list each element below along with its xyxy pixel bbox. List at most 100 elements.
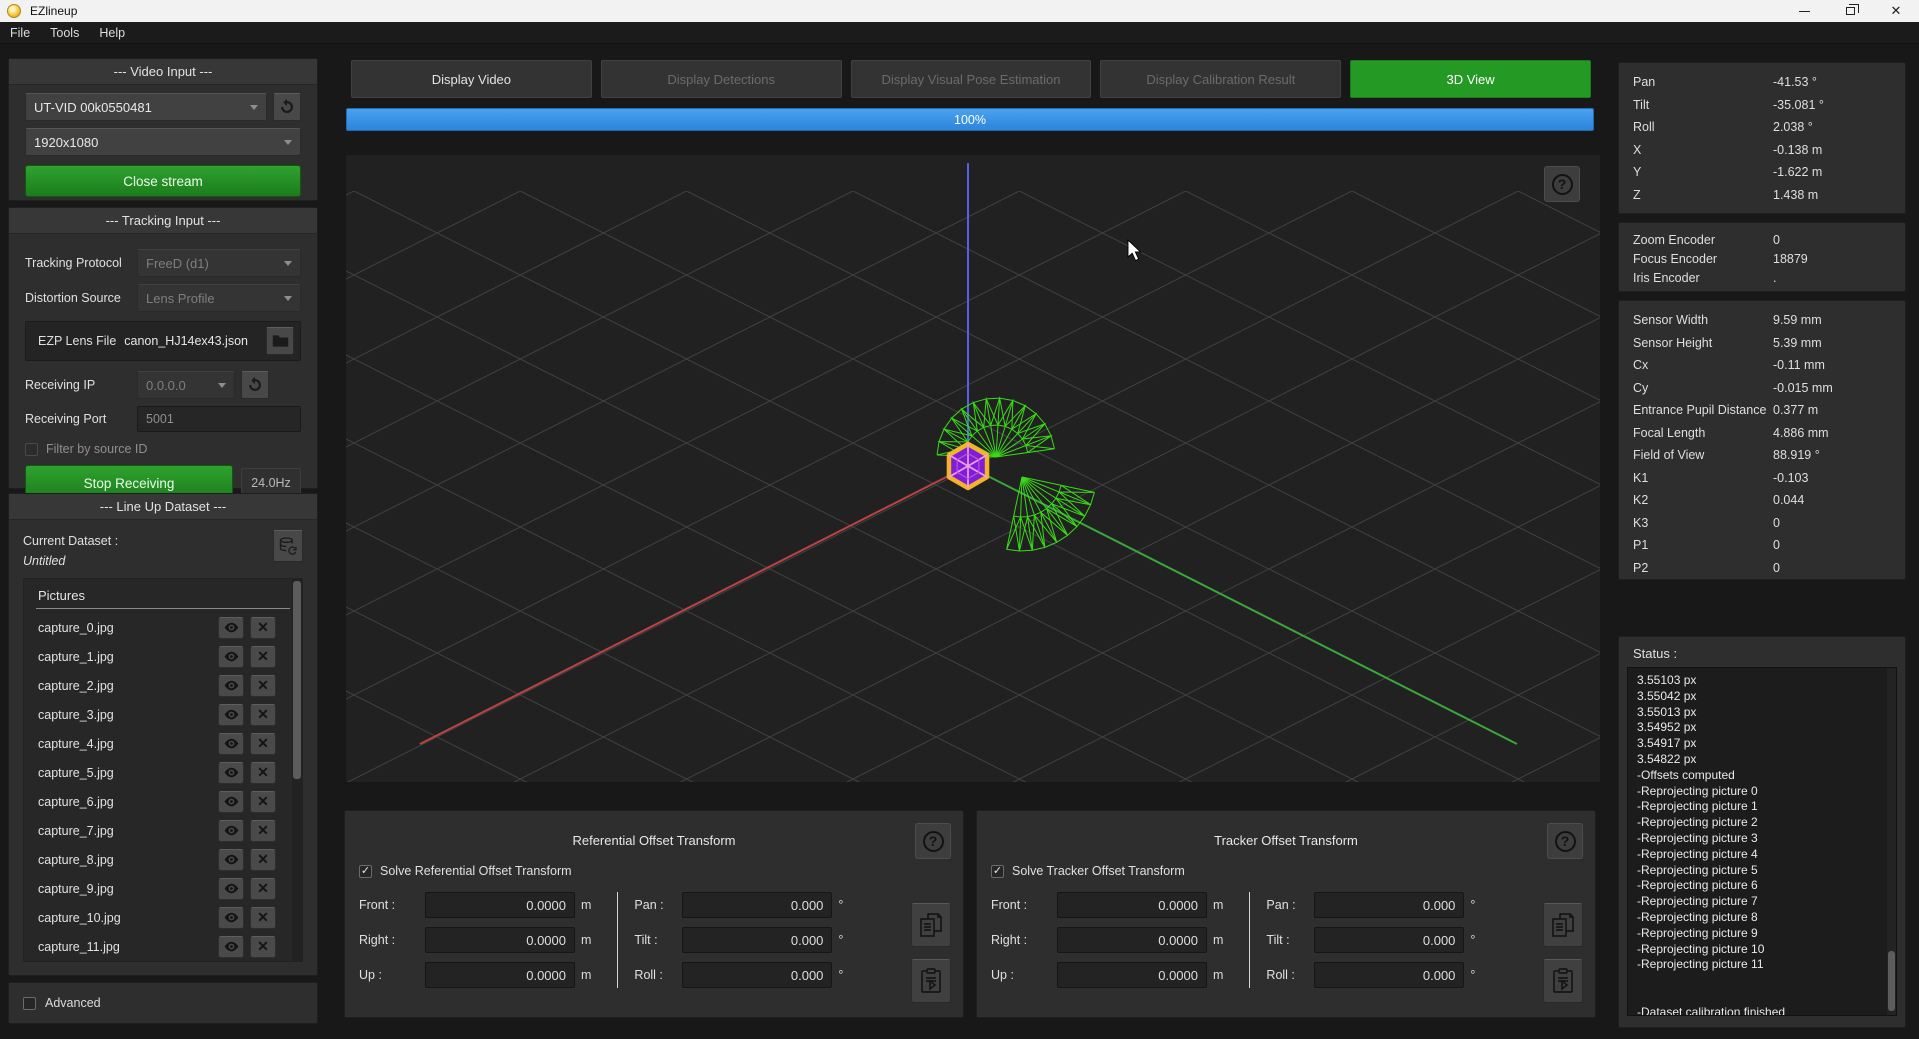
picture-name: capture_8.jpg xyxy=(38,853,212,867)
status-line: 3.54917 px xyxy=(1637,736,1896,752)
eye-icon xyxy=(223,767,240,778)
offset-field-row: Up : 0.0000 m xyxy=(991,962,1223,988)
copy-offsets-button[interactable] xyxy=(911,903,951,947)
receiving-ip-dropdown: 0.0.0.0 xyxy=(137,371,235,399)
offset-value-input[interactable]: 0.000 xyxy=(1314,962,1464,988)
picture-visibility-button[interactable] xyxy=(218,762,244,784)
tracking-protocol-label: Tracking Protocol xyxy=(25,256,137,270)
mouse-cursor xyxy=(1128,240,1141,261)
solve-tracker-checkbox[interactable] xyxy=(991,865,1004,878)
menu-item[interactable]: File xyxy=(0,22,40,43)
restore-button[interactable] xyxy=(1827,0,1873,22)
encoder-row: Zoom Encoder 0 xyxy=(1633,230,1891,249)
picture-row: capture_11.jpg xyxy=(24,932,302,961)
picture-delete-button[interactable] xyxy=(250,791,276,813)
help-icon: ? xyxy=(923,831,944,852)
picture-name: capture_0.jpg xyxy=(38,621,212,635)
advanced-checkbox[interactable] xyxy=(23,997,36,1010)
status-scrollbar-thumb[interactable] xyxy=(1888,951,1895,1011)
3d-viewport[interactable]: ? xyxy=(346,155,1600,782)
3d-scene[interactable] xyxy=(346,155,1600,782)
picture-visibility-button[interactable] xyxy=(218,849,244,871)
picture-visibility-button[interactable] xyxy=(218,936,244,958)
offset-value-input[interactable]: 0.000 xyxy=(682,927,832,953)
lens-file-value: canon_HJ14ex43.json xyxy=(124,334,260,348)
picture-delete-button[interactable] xyxy=(250,820,276,842)
video-device-dropdown[interactable]: UT-VID 00k0550481 xyxy=(25,93,267,121)
video-input-header: --- Video Input --- xyxy=(9,59,317,85)
pictures-scrollbar[interactable] xyxy=(292,579,302,961)
picture-delete-button[interactable] xyxy=(250,878,276,900)
picture-visibility-button[interactable] xyxy=(218,617,244,639)
pictures-list: Pictures capture_0.jpg capture_1.jpg xyxy=(23,578,303,962)
picture-delete-button[interactable] xyxy=(250,936,276,958)
tracker-help-button[interactable]: ? xyxy=(1547,823,1583,859)
offset-value-input[interactable]: 0.0000 xyxy=(1057,892,1207,918)
picture-delete-button[interactable] xyxy=(250,733,276,755)
eye-icon xyxy=(223,680,240,691)
menu-item[interactable]: Help xyxy=(89,22,135,43)
tracking-input-header: --- Tracking Input --- xyxy=(9,208,317,234)
dataset-sync-button[interactable] xyxy=(273,530,303,562)
offset-field-row: Roll : 0.000 ° xyxy=(634,962,843,988)
status-scrollbar[interactable] xyxy=(1887,668,1896,1015)
picture-delete-button[interactable] xyxy=(250,646,276,668)
paste-offsets-button[interactable] xyxy=(1543,959,1583,1003)
offset-field-row: Up : 0.0000 m xyxy=(359,962,591,988)
close-stream-button[interactable]: Close stream xyxy=(25,165,301,197)
picture-delete-button[interactable] xyxy=(250,675,276,697)
offset-value-input[interactable]: 0.0000 xyxy=(425,962,575,988)
picture-delete-button[interactable] xyxy=(250,907,276,929)
picture-visibility-button[interactable] xyxy=(218,878,244,900)
offset-value-input[interactable]: 0.000 xyxy=(1314,892,1464,918)
picture-visibility-button[interactable] xyxy=(218,907,244,929)
referential-help-button[interactable]: ? xyxy=(915,823,951,859)
picture-visibility-button[interactable] xyxy=(218,704,244,726)
receiving-port-input[interactable]: 5001 xyxy=(137,406,301,432)
picture-visibility-button[interactable] xyxy=(218,733,244,755)
refresh-icon xyxy=(246,376,264,394)
menu-item[interactable]: Tools xyxy=(40,22,89,43)
offset-value-input[interactable]: 0.0000 xyxy=(425,892,575,918)
solve-referential-checkbox[interactable] xyxy=(359,865,372,878)
refresh-ip-button[interactable] xyxy=(241,371,269,399)
picture-visibility-button[interactable] xyxy=(218,646,244,668)
copy-offsets-button[interactable] xyxy=(1543,903,1583,947)
eye-icon xyxy=(223,651,240,662)
browse-lens-file-button[interactable] xyxy=(266,327,294,355)
filter-source-id-label: Filter by source ID xyxy=(46,442,147,456)
picture-visibility-button[interactable] xyxy=(218,820,244,842)
picture-row: capture_10.jpg xyxy=(24,903,302,932)
lens-row: Cy -0.015 mm xyxy=(1633,377,1891,400)
picture-name: capture_9.jpg xyxy=(38,882,212,896)
video-resolution-dropdown[interactable]: 1920x1080 xyxy=(25,128,301,156)
tab-3d-view[interactable]: 3D View xyxy=(1350,60,1591,98)
tab-display-video[interactable]: Display Video xyxy=(351,60,592,98)
offset-value-input[interactable]: 0.0000 xyxy=(1057,962,1207,988)
close-button[interactable] xyxy=(1873,0,1919,22)
x-icon xyxy=(257,852,269,867)
offset-value-input[interactable]: 0.0000 xyxy=(1057,927,1207,953)
picture-visibility-button[interactable] xyxy=(218,675,244,697)
offset-value-input[interactable]: 0.000 xyxy=(682,892,832,918)
refresh-devices-button[interactable] xyxy=(273,93,301,121)
paste-offsets-button[interactable] xyxy=(911,959,951,1003)
status-line: 3.55013 px xyxy=(1637,705,1896,721)
picture-delete-button[interactable] xyxy=(250,704,276,726)
offset-value-input[interactable]: 0.000 xyxy=(1314,927,1464,953)
lens-file-label: EZP Lens File xyxy=(38,334,116,348)
picture-visibility-button[interactable] xyxy=(218,791,244,813)
picture-delete-button[interactable] xyxy=(250,617,276,639)
video-input-group: --- Video Input --- UT-VID 00k0550481 19… xyxy=(8,58,318,201)
pictures-scrollbar-thumb[interactable] xyxy=(293,581,301,779)
picture-delete-button[interactable] xyxy=(250,849,276,871)
picture-delete-button[interactable] xyxy=(250,762,276,784)
viewport-help-button[interactable]: ? xyxy=(1544,166,1580,202)
progress-value: 100% xyxy=(954,113,986,127)
offset-value-input[interactable]: 0.000 xyxy=(682,962,832,988)
offset-field-row: Roll : 0.000 ° xyxy=(1266,962,1475,988)
offset-value-input[interactable]: 0.0000 xyxy=(425,927,575,953)
titlebar: EZlineup xyxy=(0,0,1919,22)
minimize-button[interactable] xyxy=(1781,0,1827,22)
close-icon xyxy=(1891,2,1902,20)
